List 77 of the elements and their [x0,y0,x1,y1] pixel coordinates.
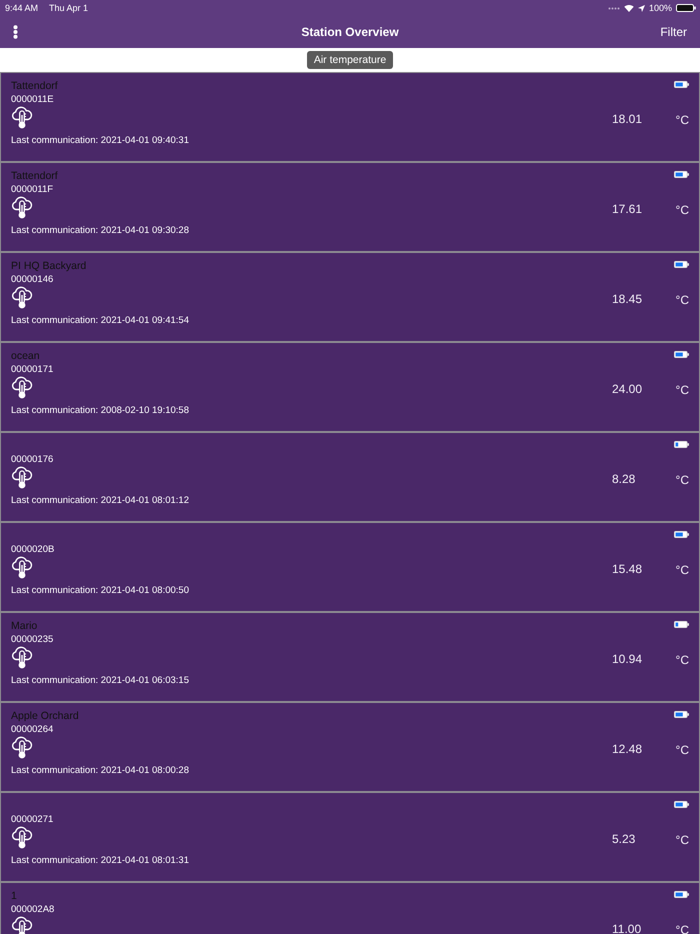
cloud-thermometer-icon [11,646,33,669]
last-communication: Last communication: 2021-04-01 06:03:15 [11,675,189,687]
temperature-value: 18.01 [612,112,644,126]
station-id: 00000171 [11,363,54,376]
station-card[interactable]: ocean 00000171 Last communication: 2008-02-10 19:10:58 24.00 °C [0,342,700,432]
station-name: Mario [11,620,38,633]
wifi-icon [624,4,634,12]
station-card[interactable]: 0000020B Last communication: 2021-04-01 08:00:50 15.48 °C [0,522,700,612]
status-battery-icon [676,4,696,12]
temperature-unit: °C [676,653,689,667]
temperature-unit: °C [676,563,689,577]
temperature-value: 5.23 [612,832,636,846]
station-id: 00000271 [11,813,54,826]
temperature-unit: °C [676,383,689,397]
last-communication: Last communication: 2021-04-01 09:40:31 [11,135,189,147]
station-id: 000002A8 [11,903,54,916]
station-name: Tattendorf [11,80,58,93]
temperature-value: 24.00 [612,382,644,396]
status-time: 9:44 AM [5,2,38,14]
station-card[interactable]: Mario 00000235 Last communication: 2021-04-01 06:03:15 10.94 °C [0,612,700,702]
temperature-unit: °C [676,113,689,127]
temperature-value: 12.48 [612,742,644,756]
station-id: 0000020B [11,543,54,556]
cloud-thermometer-icon [11,916,33,934]
cloud-thermometer-icon [11,556,33,579]
temperature-unit: °C [676,293,689,307]
station-card[interactable]: 00000271 Last communication: 2021-04-01 08:01:31 5.23 °C [0,792,700,882]
station-name: Apple Orchard [11,710,79,723]
last-communication: Last communication: 2021-04-01 09:41:54 [11,315,189,327]
cloud-thermometer-icon [11,286,33,309]
station-id: 00000146 [11,273,54,286]
station-name: 1 [11,890,17,903]
battery-percentage: 100% [648,2,672,14]
last-communication: Last communication: 2021-04-01 08:01:12 [11,495,189,507]
station-id: 0000011F [11,183,54,196]
signal-icon [608,6,620,10]
last-communication: Last communication: 2021-04-01 09:30:28 [11,225,189,237]
station-id: 00000235 [11,633,54,646]
station-id: 0000011E [11,93,54,106]
more-icon[interactable] [13,25,18,39]
temperature-unit: °C [676,473,689,487]
temperature-value: 10.94 [612,652,644,666]
temperature-value: 8.28 [612,472,636,486]
cloud-thermometer-icon [11,376,33,399]
location-arrow-icon [638,4,645,12]
station-id: 00000264 [11,723,54,736]
station-card[interactable]: 00000176 Last communication: 2021-04-01 08:01:12 8.28 °C [0,432,700,522]
station-name: ocean [11,350,40,363]
status-date: Thu Apr 1 [49,2,88,14]
cloud-thermometer-icon [11,826,33,849]
cloud-thermometer-icon [11,466,33,489]
measurement-chip[interactable]: Air temperature [306,51,394,69]
station-name: PI HQ Backyard [11,260,86,273]
last-communication: Last communication: 2021-04-01 08:00:50 [11,585,189,597]
cloud-thermometer-icon [11,736,33,759]
station-card[interactable]: Tattendorf 0000011E Last communication: 2021-04-01 09:40:31 18.01 °C [0,72,700,162]
temperature-value: 15.48 [612,562,644,576]
temperature-unit: °C [676,203,689,217]
nav-title: Station Overview [301,25,399,39]
station-card[interactable]: Apple Orchard 00000264 Last communication: 2021-04-01 08:00:28 12.48 °C [0,702,700,792]
temperature-unit: °C [676,743,689,757]
temperature-value: 11.00 [612,922,642,934]
temperature-unit: °C [676,923,689,934]
station-name: Tattendorf [11,170,58,183]
station-card[interactable]: 1 000002A8 11.00 °C [0,882,700,934]
last-communication: Last communication: 2021-04-01 08:00:28 [11,765,189,777]
temperature-value: 17.61 [612,202,644,216]
temperature-unit: °C [676,833,689,847]
last-communication: Last communication: 2021-04-01 08:01:31 [11,855,189,867]
station-id: 00000176 [11,453,54,466]
last-communication: Last communication: 2008-02-10 19:10:58 [11,405,189,417]
cloud-thermometer-icon [11,196,33,219]
station-card[interactable]: PI HQ Backyard 00000146 Last communication: 2021-04-01 09:41:54 18.45 °C [0,252,700,342]
station-card[interactable]: Tattendorf 0000011F Last communication: 2021-04-01 09:30:28 17.61 °C [0,162,700,252]
cloud-thermometer-icon [11,106,33,129]
temperature-value: 18.45 [612,292,644,306]
filter-button[interactable]: Filter [660,25,687,39]
